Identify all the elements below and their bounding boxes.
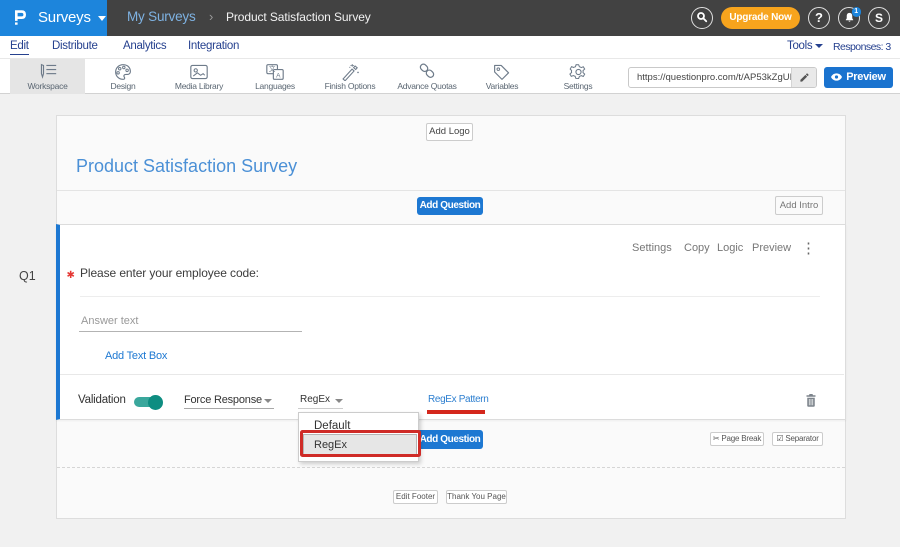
svg-text:A: A <box>276 72 281 79</box>
svg-text:文: 文 <box>269 64 276 73</box>
